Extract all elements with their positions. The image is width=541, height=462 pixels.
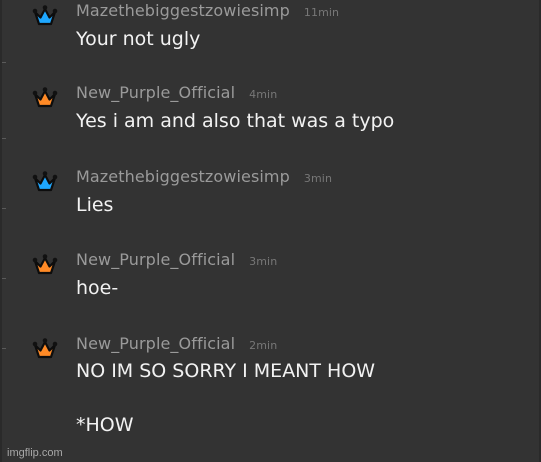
username[interactable]: Mazethebiggestzowiesimp [76,167,290,186]
divider-tick [2,348,6,349]
timestamp: 4min [249,88,278,101]
message-text: *HOW [76,414,134,436]
message-header: New_Purple_Official 3min [76,250,277,269]
timestamp: 3min [249,255,278,268]
message-header: New_Purple_Official 2min [76,334,277,353]
divider-tick [2,208,6,209]
message-text: Yes i am and also that was a typo [76,110,395,132]
chat-log: Mazethebiggestzowiesimp 11min Your not ug… [0,0,541,462]
username[interactable]: Mazethebiggestzowiesimp [76,1,290,20]
orange-crown-icon [32,87,58,108]
divider-tick [2,138,6,139]
message-text: Lies [76,194,114,216]
divider-tick [2,62,6,63]
timestamp: 3min [303,172,333,185]
message-header: Mazethebiggestzowiesimp 11min [76,1,339,20]
username[interactable]: New_Purple_Official [76,83,235,102]
timestamp: 2min [249,339,278,352]
orange-crown-icon [32,254,58,275]
username[interactable]: New_Purple_Official [76,250,235,269]
watermark: imgflip.com [7,447,63,459]
message-text: NO IM SO SORRY I MEANT HOW [76,360,376,382]
blue-crown-icon [32,5,58,26]
message-text: hoe- [76,277,119,299]
divider-tick [2,278,6,279]
username[interactable]: New_Purple_Official [76,334,235,353]
timestamp: 11min [303,6,340,19]
orange-crown-icon [32,338,58,359]
message-header: New_Purple_Official 4min [76,83,277,102]
blue-crown-icon [32,171,58,192]
message-header: Mazethebiggestzowiesimp 3min [76,167,332,186]
message-text: Your not ugly [76,28,201,50]
